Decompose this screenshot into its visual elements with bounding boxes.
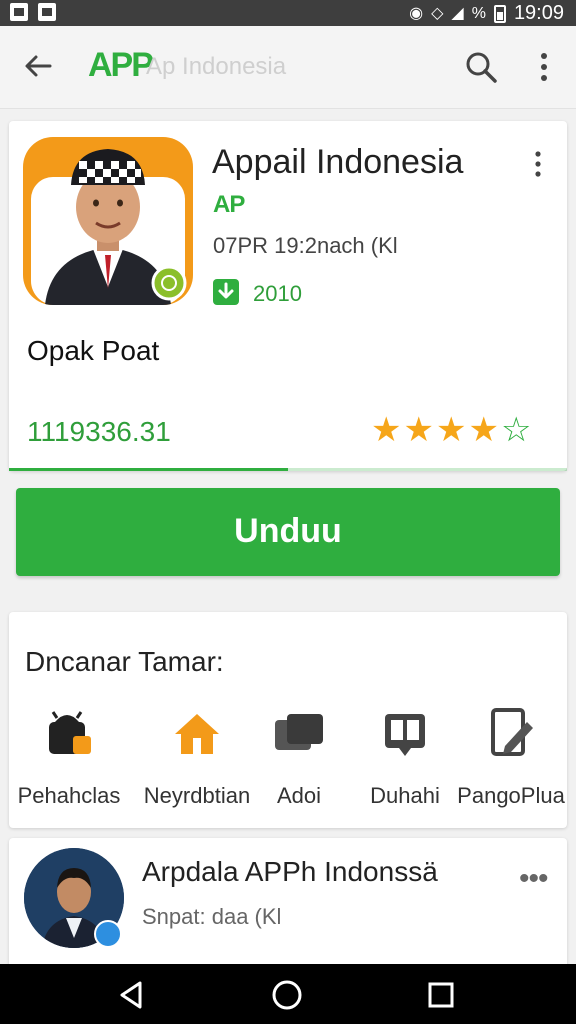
notification-icons (10, 3, 56, 21)
star-filled-icon: ★ (435, 411, 467, 449)
verified-badge-icon (94, 920, 122, 948)
wifi-icon: ◉ (409, 4, 424, 22)
battery-percent-icon: % (471, 4, 486, 22)
nav-home-icon[interactable] (270, 978, 304, 1012)
book-icon (385, 714, 425, 756)
star-filled-icon: ★ (468, 411, 499, 449)
back-arrow-icon[interactable] (20, 48, 56, 84)
categories-row: Pehahclas Neyrdbtian Adoi Duhahi PangoPl… (9, 704, 567, 814)
categories-card: Dncanar Tamar: Pehahclas Neyrdbtian Adoi (9, 612, 567, 828)
star-filled-icon: ★ (403, 411, 434, 449)
search-icon[interactable] (464, 50, 498, 84)
signal-icon: ◢ (451, 4, 464, 22)
more-horiz-icon[interactable]: ••• (519, 862, 548, 896)
app-bar-title: Ap Indonesia (146, 53, 287, 80)
category-item[interactable]: PangoPlua (453, 704, 569, 809)
vibrate-icon: ◇ (431, 4, 444, 22)
app-subtitle: Opak Poat (27, 335, 160, 366)
status-icons: ◉ ◇ ◢ % 19:09 (409, 2, 564, 25)
category-item[interactable]: Pehahclas (11, 704, 127, 809)
battery-icon (493, 4, 506, 23)
more-vert-icon[interactable] (534, 50, 554, 84)
system-nav-bar (0, 964, 576, 1024)
cards-icon (275, 714, 323, 750)
app-icon (23, 137, 193, 305)
app-developer-link[interactable]: AP (213, 191, 245, 219)
developer-card[interactable]: Arpdala APPh Indonssä Snpat: daa (Kl ••• (9, 838, 567, 978)
category-item[interactable]: Neyrdbtian (139, 704, 255, 809)
rating-stars: ★ ★ ★ ★ ☆ (371, 413, 531, 447)
star-filled-icon: ★ (371, 411, 402, 449)
category-item[interactable]: Adoi (241, 704, 357, 809)
app-title: Appail Indonesia (212, 143, 464, 181)
android-bag-icon (49, 711, 91, 754)
app-store-logo: APP (88, 46, 154, 84)
more-vert-icon[interactable] (531, 149, 545, 179)
nav-recents-icon[interactable] (424, 978, 458, 1012)
category-label: PangoPlua (457, 783, 565, 808)
category-label: Adoi (276, 783, 322, 808)
download-count: 2010 (253, 281, 302, 306)
clock: 19:09 (513, 2, 564, 24)
status-bar: ◉ ◇ ◢ % 19:09 (0, 0, 576, 26)
categories-title: Dncanar Tamar: (25, 646, 224, 677)
app-bar: APP Ap Indonesia (0, 26, 576, 109)
category-label: Duhahi (370, 783, 440, 808)
document-edit-icon (491, 708, 533, 756)
developer-subtitle: Snpat: daa (Kl (142, 904, 282, 929)
app-meta-info: 07PR 19:2nach (Kl (213, 233, 398, 258)
nav-back-icon[interactable] (114, 978, 148, 1012)
category-label: Neyrdbtian (143, 783, 251, 808)
rating-value: 1119336.31 (27, 416, 171, 447)
category-label: Pehahclas (17, 783, 121, 808)
star-empty-icon: ☆ (500, 411, 532, 449)
image-icon (38, 3, 56, 21)
developer-name: Arpdala APPh Indonssä (142, 856, 438, 887)
download-progress-bar (9, 468, 288, 471)
app-info-card: Appail Indonesia AP 07PR 19:2nach (Kl 20… (9, 121, 567, 471)
install-button[interactable]: Unduu (16, 488, 560, 576)
officer-avatar-icon (45, 149, 187, 305)
download-icon (213, 279, 239, 305)
home-icon (175, 714, 219, 754)
image-icon (10, 3, 28, 21)
category-item[interactable]: Duhahi (347, 704, 463, 809)
